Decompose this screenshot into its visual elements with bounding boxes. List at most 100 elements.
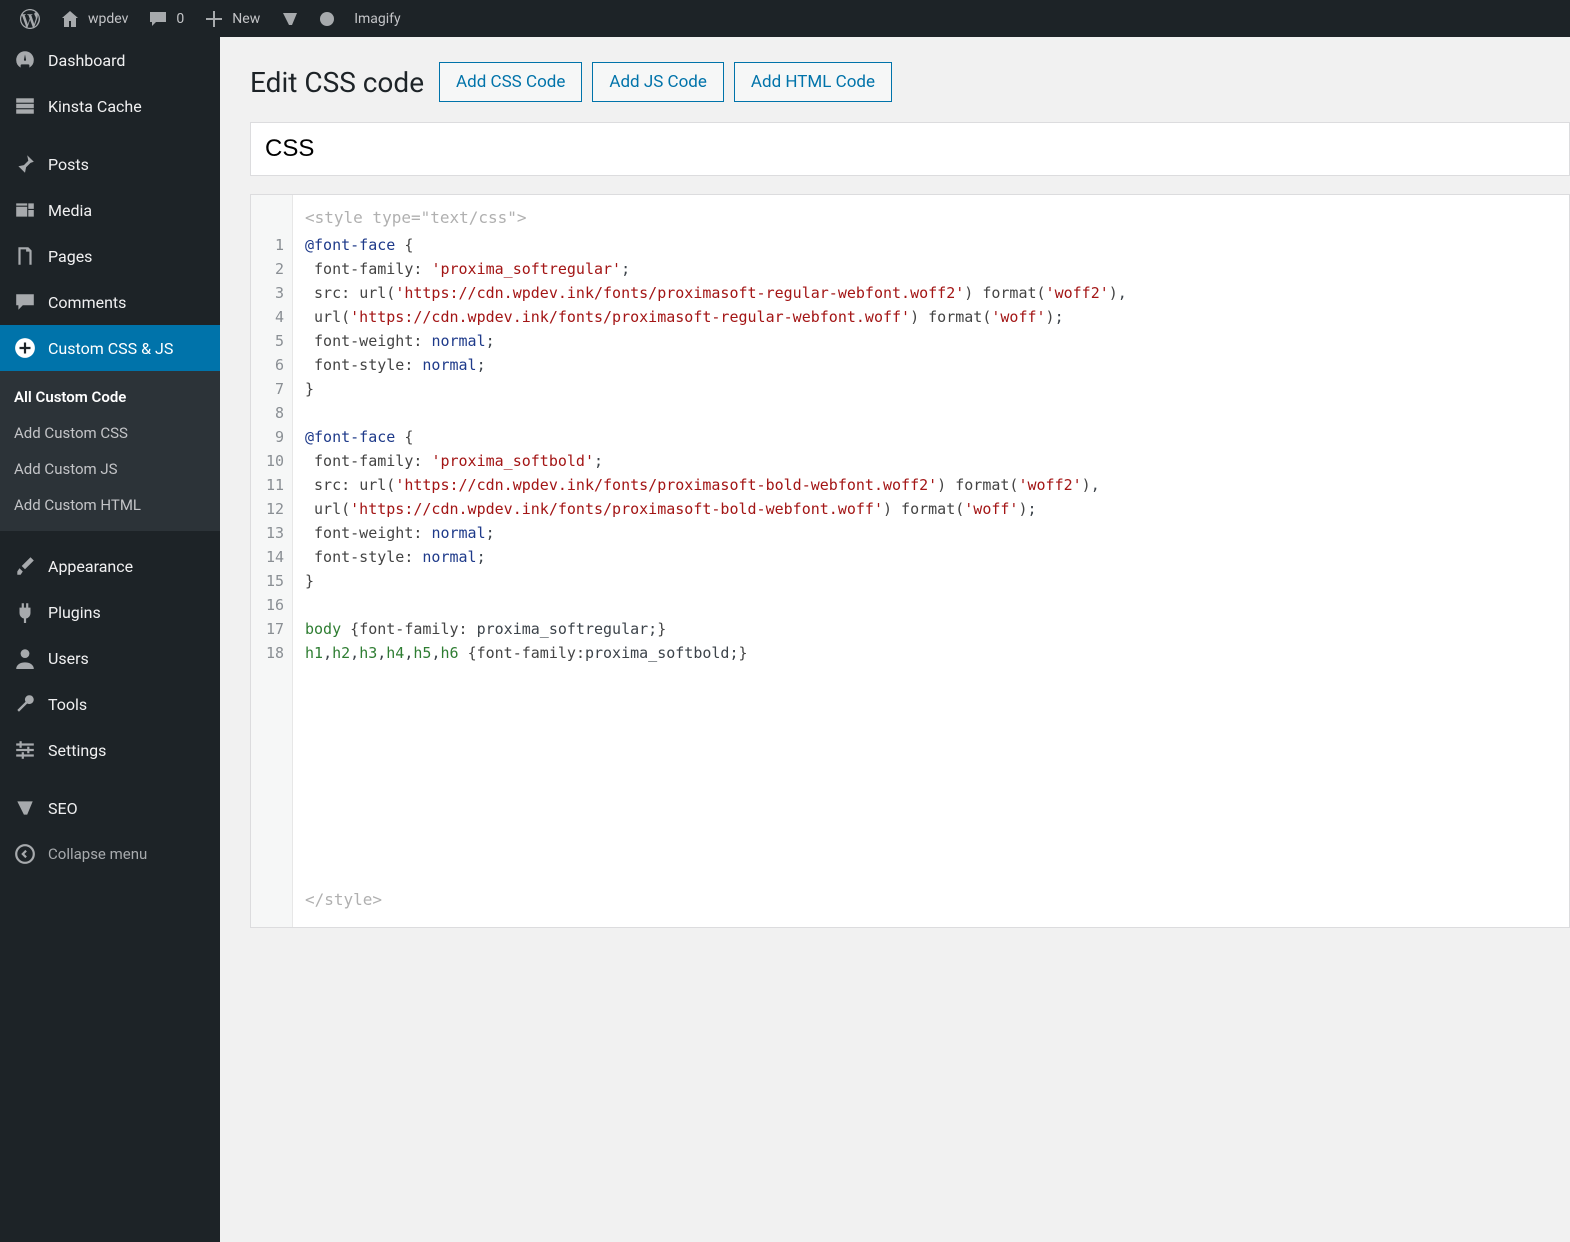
sidebar-item-label: Dashboard	[48, 51, 125, 70]
sidebar-item-plugins[interactable]: Plugins	[0, 589, 220, 635]
code-line[interactable]: src: url('https://cdn.wpdev.ink/fonts/pr…	[305, 281, 1557, 305]
line-number: 12	[251, 497, 292, 521]
comment-icon	[14, 291, 36, 313]
wrench-icon	[14, 693, 36, 715]
imagify-menu[interactable]: Imagify	[344, 0, 410, 37]
sidebar-item-label: Users	[48, 649, 89, 668]
site-name: wpdev	[88, 11, 128, 27]
sidebar-item-label: Pages	[48, 247, 92, 266]
line-number: 4	[251, 305, 292, 329]
code-line[interactable]: font-family: 'proxima_softbold';	[305, 449, 1557, 473]
code-line[interactable]: @font-face {	[305, 233, 1557, 257]
page-header: Edit CSS code Add CSS CodeAdd JS CodeAdd…	[250, 62, 1570, 102]
sidebar-item-media[interactable]: Media	[0, 187, 220, 233]
collapse-icon	[14, 843, 36, 865]
wordpress-icon	[20, 9, 40, 29]
yoast-menu[interactable]	[270, 0, 310, 37]
submenu-item[interactable]: Add Custom HTML	[0, 487, 220, 523]
code-line[interactable]: h1,h2,h3,h4,h5,h6 {font-family:proxima_s…	[305, 641, 1557, 665]
comments-menu[interactable]: 0	[138, 0, 194, 37]
admin-bar: wpdev 0 New Imagify	[0, 0, 1570, 37]
code-line[interactable]: }	[305, 569, 1557, 593]
line-number: 10	[251, 449, 292, 473]
line-number: 3	[251, 281, 292, 305]
add-button[interactable]: Add HTML Code	[734, 62, 892, 102]
line-number: 2	[251, 257, 292, 281]
line-number: 9	[251, 425, 292, 449]
close-style-tag: </style>	[305, 885, 1557, 915]
submenu-item[interactable]: Add Custom CSS	[0, 415, 220, 451]
code-line[interactable]: font-style: normal;	[305, 353, 1557, 377]
seo-icon	[14, 797, 36, 819]
home-icon	[60, 9, 80, 29]
line-number: 18	[251, 641, 292, 665]
sidebar-item-customcss[interactable]: Custom CSS & JS	[0, 325, 220, 371]
line-number: 8	[251, 401, 292, 425]
sidebar-item-label: Media	[48, 201, 92, 220]
code-line[interactable]: font-weight: normal;	[305, 329, 1557, 353]
sidebar-item-label: Tools	[48, 695, 87, 714]
line-number: 1	[251, 233, 292, 257]
line-number: 5	[251, 329, 292, 353]
code-line[interactable]: src: url('https://cdn.wpdev.ink/fonts/pr…	[305, 473, 1557, 497]
sidebar-item-seo[interactable]: SEO	[0, 785, 220, 831]
status-menu[interactable]	[310, 0, 344, 37]
plug-icon	[14, 601, 36, 623]
plus-icon	[14, 337, 36, 359]
post-title-input[interactable]	[250, 122, 1570, 176]
code-line[interactable]: url('https://cdn.wpdev.ink/fonts/proxima…	[305, 305, 1557, 329]
code-line[interactable]: font-family: 'proxima_softregular';	[305, 257, 1557, 281]
sidebar-item-users[interactable]: Users	[0, 635, 220, 681]
content-area: Edit CSS code Add CSS CodeAdd JS CodeAdd…	[220, 37, 1570, 1242]
new-content-menu[interactable]: New	[194, 0, 270, 37]
status-dot-icon	[320, 12, 334, 26]
sidebar-item-kinsta[interactable]: Kinsta Cache	[0, 83, 220, 129]
user-icon	[14, 647, 36, 669]
submenu-item[interactable]: All Custom Code	[0, 379, 220, 415]
add-button[interactable]: Add JS Code	[592, 62, 724, 102]
sidebar-item-appearance[interactable]: Appearance	[0, 543, 220, 589]
site-menu[interactable]: wpdev	[50, 0, 138, 37]
plus-icon	[204, 9, 224, 29]
imagify-label: Imagify	[354, 11, 400, 27]
sidebar-item-comments[interactable]: Comments	[0, 279, 220, 325]
kinsta-icon	[14, 95, 36, 117]
line-number: 7	[251, 377, 292, 401]
sidebar-item-label: Comments	[48, 293, 126, 312]
sidebar-item-pages[interactable]: Pages	[0, 233, 220, 279]
open-style-tag: <style type="text/css">	[305, 203, 1557, 233]
code-area[interactable]: <style type="text/css"> @font-face { fon…	[293, 195, 1569, 927]
line-number: 11	[251, 473, 292, 497]
code-line[interactable]: font-weight: normal;	[305, 521, 1557, 545]
sidebar-item-settings[interactable]: Settings	[0, 727, 220, 773]
submenu-item[interactable]: Add Custom JS	[0, 451, 220, 487]
code-line[interactable]: url('https://cdn.wpdev.ink/fonts/proxima…	[305, 497, 1557, 521]
sidebar-item-label: SEO	[48, 799, 78, 818]
code-line[interactable]	[305, 593, 1557, 617]
sidebar-item-dashboard[interactable]: Dashboard	[0, 37, 220, 83]
collapse-menu[interactable]: Collapse menu	[0, 831, 220, 877]
code-line[interactable]: body {font-family: proxima_softregular;}	[305, 617, 1557, 641]
admin-sidebar: Dashboard Kinsta Cache Posts Media Pages Comm…	[0, 37, 220, 1242]
line-number: 13	[251, 521, 292, 545]
settings-icon	[14, 739, 36, 761]
sidebar-item-label: Settings	[48, 741, 106, 760]
code-line[interactable]: }	[305, 377, 1557, 401]
code-line[interactable]	[305, 401, 1557, 425]
collapse-label: Collapse menu	[48, 845, 147, 863]
line-number: 14	[251, 545, 292, 569]
code-line[interactable]: @font-face {	[305, 425, 1557, 449]
brush-icon	[14, 555, 36, 577]
sidebar-item-posts[interactable]: Posts	[0, 141, 220, 187]
code-editor[interactable]: 123456789101112131415161718 <style type=…	[250, 194, 1570, 928]
dashboard-icon	[14, 49, 36, 71]
add-button[interactable]: Add CSS Code	[439, 62, 582, 102]
line-number: 17	[251, 617, 292, 641]
sidebar-item-label: Custom CSS & JS	[48, 339, 173, 358]
code-line[interactable]: font-style: normal;	[305, 545, 1557, 569]
line-number: 6	[251, 353, 292, 377]
sidebar-item-label: Plugins	[48, 603, 101, 622]
sidebar-item-tools[interactable]: Tools	[0, 681, 220, 727]
yoast-icon	[280, 9, 300, 29]
wp-logo-menu[interactable]	[10, 0, 50, 37]
